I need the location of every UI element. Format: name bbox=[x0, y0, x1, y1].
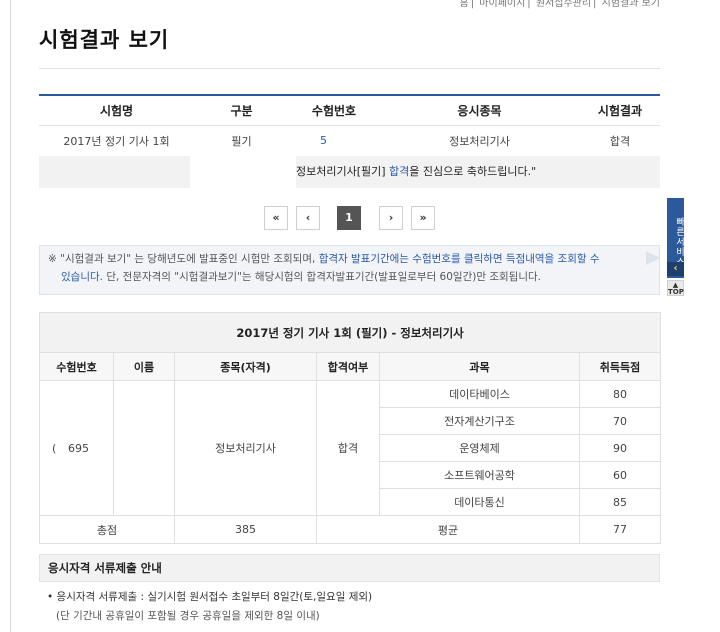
average-label: 평균 bbox=[316, 515, 580, 544]
page-title: 시험결과 보기 bbox=[39, 28, 170, 52]
title-divider bbox=[39, 68, 660, 69]
next-page-button[interactable]: › bbox=[379, 206, 403, 230]
cell-subject: 정보처리기사 bbox=[379, 125, 580, 157]
course-name: 소프트웨어공학 bbox=[379, 461, 580, 489]
page-left-border bbox=[10, 0, 11, 632]
course-name: 운영체제 bbox=[379, 434, 580, 462]
score-detail-table: 2017년 정기 기사 1회 (필기) - 정보처리기사 수험번호 이름 종목(… bbox=[38, 312, 662, 544]
header-qualification: 종목(자격) bbox=[174, 352, 317, 381]
average-value: 77 bbox=[578, 515, 662, 544]
congrats-subject: 정보처리기사[필기] bbox=[296, 165, 390, 178]
document-submission-section: 응시자격 서류제출 안내 • 응시자격 서류제출 : 실기시험 원서접수 초일부… bbox=[39, 554, 660, 632]
course-name: 전자계산기구조 bbox=[379, 407, 580, 435]
course-score: 85 bbox=[578, 488, 662, 516]
course-name: 데이타베이스 bbox=[379, 380, 580, 408]
notice-text-2: 단, 전문자격의 "시험결과보기"는 해당시험의 합격자발표기간(발표일로부터 … bbox=[102, 271, 541, 283]
exam-number-value: 695 bbox=[68, 441, 89, 455]
header-result: 시험결과 bbox=[580, 95, 660, 126]
breadcrumb-mypage[interactable]: 마이페이지 bbox=[479, 0, 525, 9]
header-pass: 합격여부 bbox=[316, 352, 380, 381]
top-label: TOP bbox=[668, 288, 684, 296]
total-value: 385 bbox=[174, 515, 317, 544]
result-table-header: 시험명 구분 수험번호 응시종목 시험결과 bbox=[39, 95, 660, 126]
course-score: 60 bbox=[578, 461, 662, 489]
course-score: 80 bbox=[578, 380, 662, 408]
chevron-left-icon[interactable]: ‹ bbox=[667, 262, 684, 276]
pagination: « ‹ 1 › » bbox=[0, 206, 720, 230]
total-row: 총점 385 평균 77 bbox=[39, 515, 662, 544]
header-exam-number: 수험번호 bbox=[289, 95, 379, 126]
breadcrumb-application[interactable]: 원서접수관리 bbox=[536, 0, 591, 9]
header-name: 이름 bbox=[113, 352, 175, 381]
congrats-highlight: 합격 bbox=[389, 165, 410, 178]
cell-exam-name: 2017년 정기 기사 1회 bbox=[39, 125, 194, 157]
last-page-button[interactable]: » bbox=[411, 206, 435, 230]
document-submission-line: • 응시자격 서류제출 : 실기시험 원서접수 초일부터 8일간(토,일요일 제… bbox=[47, 591, 373, 603]
document-submission-note: (단 기간내 공휴일이 포함될 경우 공휴일을 제외한 8일 이내) bbox=[56, 610, 320, 622]
header-score: 취득득점 bbox=[578, 352, 662, 381]
cell-result: 합격 bbox=[580, 125, 660, 157]
detail-pass: 합격 bbox=[316, 380, 380, 516]
notice-highlight-end: 있습니다. bbox=[61, 271, 103, 283]
detail-header-row: 수험번호 이름 종목(자격) 합격여부 과목 취득득점 bbox=[39, 352, 662, 381]
course-name: 데이타통신 bbox=[379, 488, 580, 516]
total-label: 총점 bbox=[39, 515, 175, 544]
notice-line-1: ※ "시험결과 보기" 는 당해년도에 발표중인 시험만 조회되며, 합격자 발… bbox=[48, 250, 651, 268]
header-subject: 응시종목 bbox=[379, 95, 580, 126]
breadcrumb: 홈 | 마이페이지 | 원서접수관리 | 시험결과 보기 bbox=[459, 0, 660, 9]
notice-corner-icon bbox=[646, 251, 660, 265]
detail-qualification: 정보처리기사 bbox=[174, 380, 317, 516]
header-exam-name: 시험명 bbox=[39, 95, 194, 126]
congratulations-banner: 정보처리기사[필기] 합격을 진심으로 축하드립니다." bbox=[39, 156, 660, 188]
prev-page-button[interactable]: ‹ bbox=[296, 206, 320, 230]
top-button[interactable]: ▲ TOP bbox=[667, 280, 684, 296]
breadcrumb-home[interactable]: 홈 bbox=[460, 0, 469, 9]
course-score: 90 bbox=[578, 434, 662, 462]
page-1-button[interactable]: 1 bbox=[337, 206, 361, 230]
detail-name bbox=[113, 380, 175, 516]
exam-result-table: 시험명 구분 수험번호 응시종목 시험결과 2017년 정기 기사 1회 필기 … bbox=[39, 94, 660, 157]
document-submission-body: • 응시자격 서류제출 : 실기시험 원서접수 초일부터 8일간(토,일요일 제… bbox=[39, 582, 660, 632]
table-row: 2017년 정기 기사 1회 필기 5 정보처리기사 합격 bbox=[39, 125, 660, 157]
course-score: 70 bbox=[578, 407, 662, 435]
header-course: 과목 bbox=[379, 352, 580, 381]
header-type: 구분 bbox=[194, 95, 289, 126]
congratulations-text: 정보처리기사[필기] 합격을 진심으로 축하드립니다." bbox=[296, 156, 536, 188]
breadcrumb-current: 시험결과 보기 bbox=[601, 0, 660, 9]
detail-caption: 2017년 정기 기사 1회 (필기) - 정보처리기사 bbox=[38, 312, 662, 353]
masked-area bbox=[190, 156, 296, 188]
notice-line-2: 있습니다. 단, 전문자격의 "시험결과보기"는 해당시험의 합격자발표기간(발… bbox=[48, 268, 651, 286]
detail-exam-number: (695 bbox=[39, 380, 114, 516]
exam-number-link[interactable]: 5 bbox=[289, 125, 379, 157]
table-row: (695 정보처리기사 합격 데이타베이스 80 bbox=[39, 380, 662, 516]
notice-text: ※ "시험결과 보기" 는 당해년도에 발표중인 시험만 조회되며, bbox=[48, 253, 319, 265]
first-page-button[interactable]: « bbox=[264, 206, 288, 230]
congrats-suffix: 을 진심으로 축하드립니다." bbox=[409, 165, 537, 178]
notice-highlight: 합격자 발표기간에는 수험번호를 클릭하면 득점내역을 조회할 수 bbox=[318, 253, 600, 265]
document-submission-title: 응시자격 서류제출 안내 bbox=[39, 554, 660, 582]
header-exam-number: 수험번호 bbox=[39, 352, 114, 381]
cell-type: 필기 bbox=[194, 125, 289, 157]
notice-box: ※ "시험결과 보기" 는 당해년도에 발표중인 시험만 조회되며, 합격자 발… bbox=[39, 245, 660, 295]
